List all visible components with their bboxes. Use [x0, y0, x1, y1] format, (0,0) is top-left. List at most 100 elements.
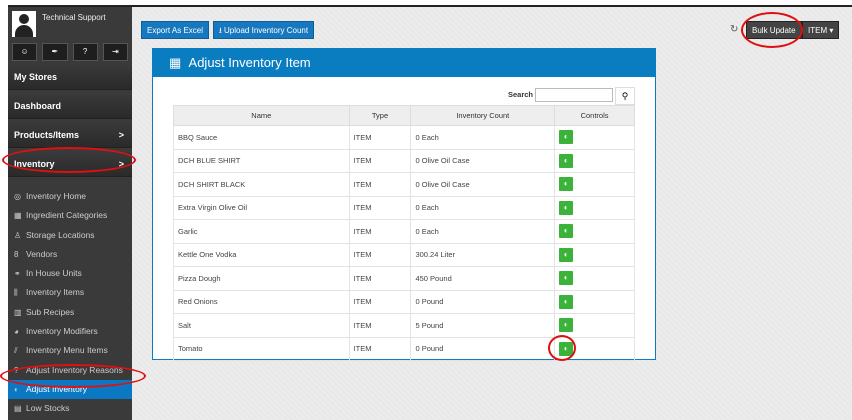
search-button[interactable]: ⚲ [615, 87, 635, 105]
sidebar-subitem-label: Inventory Home [26, 191, 86, 201]
column-header[interactable]: Type [348, 105, 412, 126]
type-cell: ITEM [348, 266, 412, 291]
sidebar-subitem-inventory-home[interactable]: ◎ Inventory Home [8, 187, 132, 206]
count-cell: 5 Pound [410, 313, 556, 338]
adjust-button[interactable]: ◐ [559, 200, 574, 215]
adjust-button[interactable]: ◐ [559, 271, 574, 286]
sidebar-item-label: My Stores [14, 72, 58, 82]
user-block: Technical Support [8, 7, 132, 41]
panel-header: ▦ Adjust Inventory Item [153, 49, 655, 77]
upload-label: Upload Inventory Count [224, 26, 309, 35]
export-excel-button[interactable]: Export As Excel [141, 21, 210, 39]
adjust-button[interactable]: ◐ [559, 130, 574, 145]
sidebar-item-inventory[interactable]: Inventory > [8, 151, 132, 177]
controls-cell: ◐ [554, 313, 635, 338]
sidebar-subitem-adjust-inventory[interactable]: ◐ Adjust Inventory [8, 379, 132, 400]
column-header[interactable]: Name [173, 105, 350, 126]
type-cell: ITEM [348, 336, 412, 361]
sidebar-subitem-label: Inventory Modifiers [26, 326, 98, 337]
name-cell: Pizza Dough [173, 266, 350, 291]
sidebar-subitem-low-stocks[interactable]: ▤ Low Stocks [8, 399, 132, 418]
adjust-button[interactable]: ◐ [559, 224, 574, 239]
sidebar-subitem-inventory-menu-items[interactable]: ⫽ Inventory Menu Items [8, 341, 132, 360]
controls-cell: ◐ [554, 336, 635, 361]
controls-cell: ◐ [554, 148, 635, 173]
sidebar-item-products-items[interactable]: Products/Items > [8, 122, 132, 148]
table-row: Tomato ITEM 0 Pound ◐ [173, 336, 635, 361]
adjust-button[interactable]: ◐ [559, 153, 574, 168]
help-button[interactable]: ? [72, 43, 98, 61]
controls-cell: ◐ [554, 172, 635, 197]
name-cell: Garlic [173, 219, 350, 244]
count-cell: 0 Each [410, 195, 556, 220]
adjust-button[interactable]: ◐ [559, 341, 574, 356]
table-icon: ▦ [169, 55, 182, 70]
sidebar-subitem-label: Low Stocks [26, 403, 70, 414]
count-cell: 0 Olive Oil Case [410, 148, 556, 173]
sidebar-subitem-label: Inventory Items [26, 287, 85, 298]
name-cell: DCH SHIRT BLACK [173, 172, 350, 197]
type-cell: ITEM [348, 172, 412, 197]
sidebar-subitem-label: Adjust Inventory [26, 383, 87, 394]
bulk-update-button[interactable]: Bulk Update [746, 21, 802, 39]
sidebar-subitem-label: Storage Locations [26, 229, 95, 240]
controls-cell: ◐ [554, 125, 635, 150]
adjust-button[interactable]: ◐ [559, 318, 574, 333]
search-input[interactable] [535, 88, 613, 102]
menu-icon: ⫼ [14, 288, 18, 298]
adjust-button[interactable]: ◐ [559, 294, 574, 309]
sidebar-subitem-vendors[interactable]: 8 Vendors [8, 245, 132, 264]
panel-title: Adjust Inventory Item [188, 55, 311, 70]
profile-button[interactable]: ☺ [12, 43, 38, 61]
table-row: DCH BLUE SHIRT ITEM 0 Olive Oil Case ◐ [173, 148, 635, 173]
count-cell: 300.24 Liter [410, 242, 556, 267]
name-cell: Red Onions [173, 289, 350, 314]
chevron-right-icon: > [118, 159, 124, 169]
sidebar-item-dashboard[interactable]: Dashboard [8, 93, 132, 119]
sidebar-subitem-ingredient-categories[interactable]: ▦ Ingredient Categories [8, 206, 132, 225]
sidebar-subitem-in-house-units[interactable]: ⚭ In House Units [8, 264, 132, 283]
menu-icon: ⚭ [14, 269, 21, 279]
user-name: Technical Support [42, 13, 106, 22]
menu-icon: ▦ [14, 211, 22, 221]
table-row: BBQ Sauce ITEM 0 Each ◐ [173, 125, 635, 150]
menu-icon: ◐ [14, 384, 19, 394]
sidebar: Technical Support ☺ ✒ ? ⇥ My Stores Dashb… [8, 7, 132, 420]
avatar [12, 11, 36, 37]
sidebar-subitem-label: Adjust Inventory Reasons [26, 364, 123, 375]
sidebar-subitem-sub-recipes[interactable]: ▥ Sub Recipes [8, 303, 132, 322]
settings-button[interactable]: ✒ [42, 43, 68, 61]
menu-icon: ◕ [14, 327, 19, 337]
item-type-dropdown[interactable]: ITEM ▾ [802, 21, 840, 39]
table-row: Pizza Dough ITEM 450 Pound ◐ [173, 266, 635, 291]
sidebar-item-label: Dashboard [14, 101, 62, 111]
adjust-button[interactable]: ◐ [559, 247, 574, 262]
logout-button[interactable]: ⇥ [102, 43, 128, 61]
type-cell: ITEM [348, 219, 412, 244]
search-icon: ⚲ [621, 91, 629, 101]
refresh-icon[interactable]: ↻ [730, 24, 738, 35]
controls-cell: ◐ [554, 289, 635, 314]
menu-icon: ? [14, 365, 19, 375]
type-cell: ITEM [348, 289, 412, 314]
table-row: Kettle One Vodka ITEM 300.24 Liter ◐ [173, 242, 635, 267]
search-label: Search [507, 89, 533, 99]
sidebar-subitem-inventory-items[interactable]: ⫼ Inventory Items [8, 283, 132, 302]
sidebar-subitem-inventory-modifiers[interactable]: ◕ Inventory Modifiers [8, 322, 132, 341]
upload-inventory-count-button[interactable]: ⭳ Upload Inventory Count [213, 21, 315, 39]
sidebar-subitem-storage-locations[interactable]: ♙ Storage Locations [8, 226, 132, 245]
sidebar-subitem-label: Vendors [26, 248, 58, 259]
name-cell: Extra Virgin Olive Oil [173, 195, 350, 220]
column-header[interactable]: Inventory Count [410, 105, 556, 126]
column-header[interactable]: Controls [554, 105, 635, 126]
sidebar-subitem-adjust-inventory-reasons[interactable]: ? Adjust Inventory Reasons [8, 361, 132, 380]
sidebar-item-my-stores[interactable]: My Stores [8, 64, 132, 90]
name-cell: Kettle One Vodka [173, 242, 350, 267]
menu-icon: ▤ [14, 404, 22, 414]
name-cell: Salt [173, 313, 350, 338]
table-row: DCH SHIRT BLACK ITEM 0 Olive Oil Case ◐ [173, 172, 635, 197]
adjust-button[interactable]: ◐ [559, 177, 574, 192]
menu-icon: ◎ [14, 192, 21, 201]
inventory-table: Name Type Inventory Count Controls BBQ Sauc… [173, 105, 635, 361]
type-cell: ITEM [348, 242, 412, 267]
